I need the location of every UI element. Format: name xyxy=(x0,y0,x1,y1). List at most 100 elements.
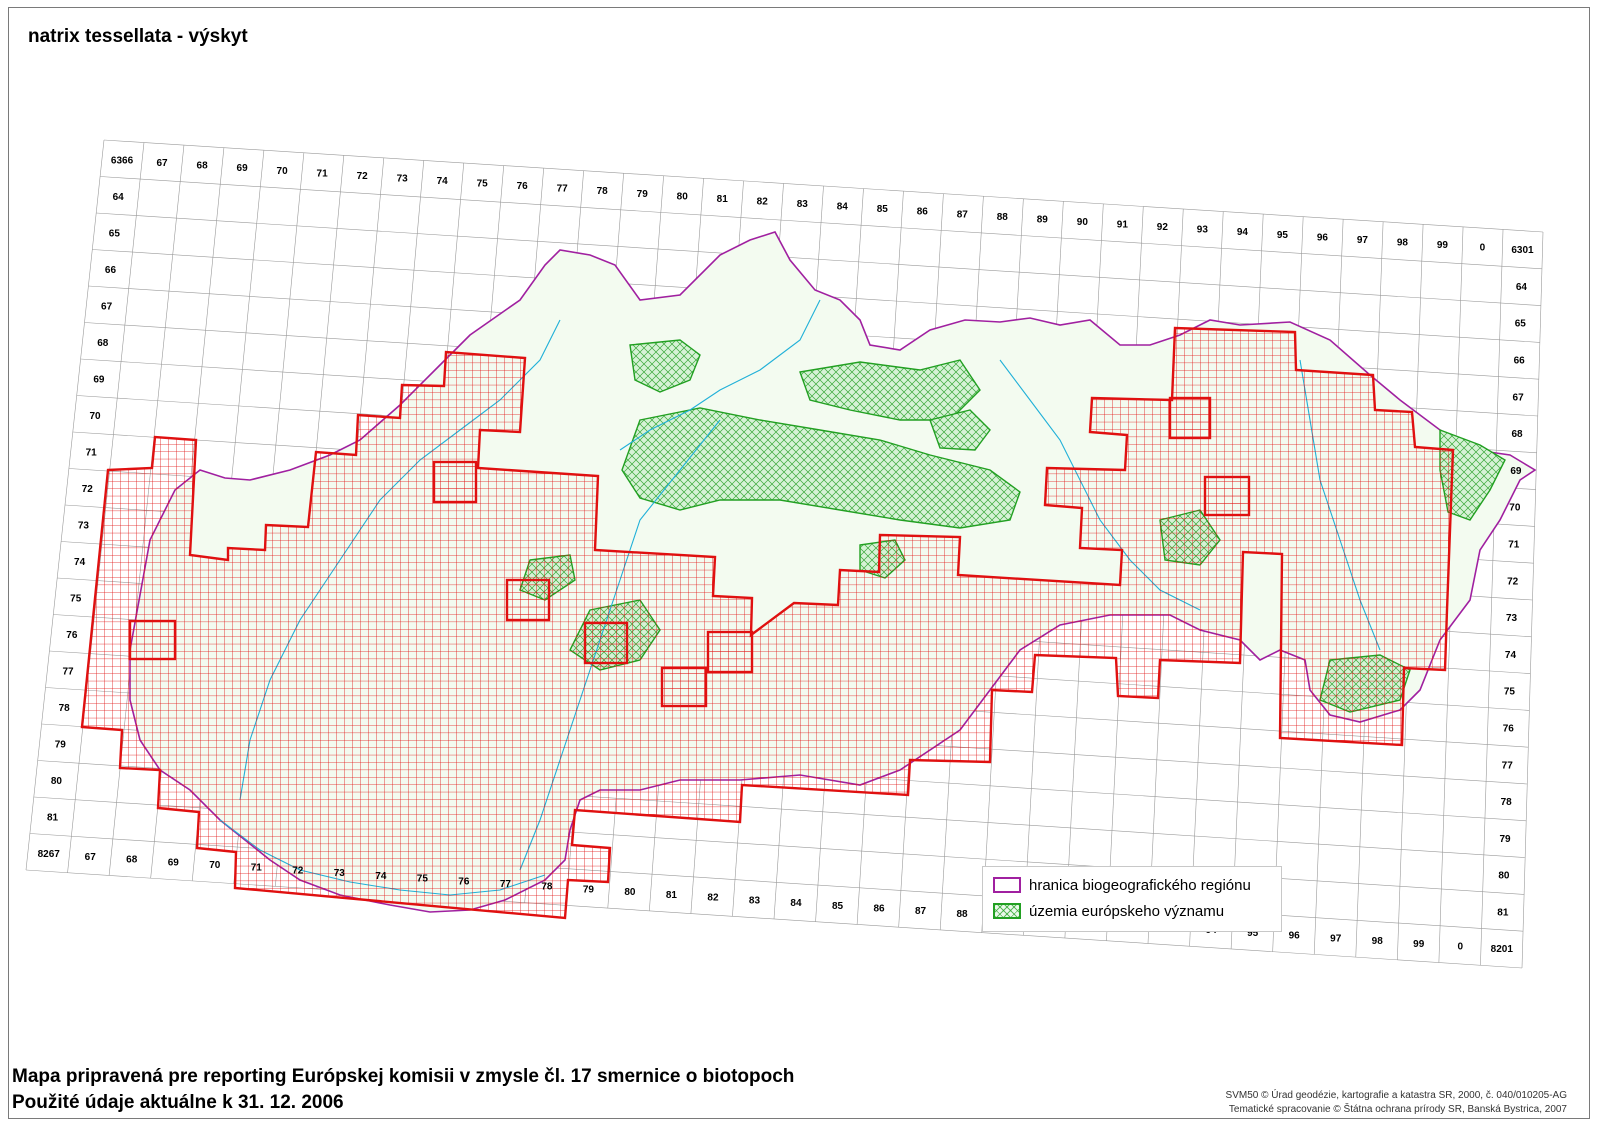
grid-label: 70 xyxy=(277,166,289,177)
grid-label: 70 xyxy=(89,411,101,422)
grid-label: 65 xyxy=(109,229,121,240)
grid-label: 98 xyxy=(1397,237,1409,248)
grid-label: 81 xyxy=(666,890,678,901)
grid-label: 64 xyxy=(113,192,125,203)
grid-labels-top: 6366 67 68 69 70 71 72 73 74 75 76 77 78 79 80 81 82 83 84… xyxy=(111,156,1534,257)
grid-label: 84 xyxy=(790,898,802,909)
grid-label: 81 xyxy=(717,194,729,205)
grid-label: 71 xyxy=(317,168,329,179)
grid-label: 99 xyxy=(1413,939,1425,950)
grid-label: 81 xyxy=(1497,907,1509,918)
grid-label: 76 xyxy=(458,876,470,887)
footer-line-1: Mapa pripravená pre reporting Európskej … xyxy=(12,1066,795,1087)
grid-label: 70 xyxy=(209,860,221,871)
grid-labels-bottom: 8267 67 68 69 70 71 72 73 74 75 76 77 78 79 80 81 82 83 84… xyxy=(38,849,1514,955)
grid-label: 72 xyxy=(292,865,304,876)
occurrence-cell xyxy=(432,460,478,504)
grid-label: 90 xyxy=(1077,217,1089,228)
grid-label: 67 xyxy=(157,158,169,169)
grid-label: 76 xyxy=(1503,723,1515,734)
grid-label: 71 xyxy=(251,863,263,874)
grid-label: 0 xyxy=(1480,243,1486,254)
grid-label: 78 xyxy=(541,882,553,893)
grid-label: 8201 xyxy=(1491,944,1514,955)
grid-label: 77 xyxy=(62,667,74,678)
grid-line xyxy=(103,139,1544,233)
grid-label: 80 xyxy=(677,191,689,202)
grid-label: 83 xyxy=(749,895,761,906)
grid-label: 68 xyxy=(1511,429,1523,440)
grid-label: 74 xyxy=(375,871,387,882)
grid-label: 78 xyxy=(597,186,609,197)
grid-label: 74 xyxy=(1505,650,1517,661)
grid-label: 67 xyxy=(101,302,113,313)
grid-label: 71 xyxy=(86,448,98,459)
grid-label: 72 xyxy=(357,171,369,182)
grid-label: 68 xyxy=(126,855,138,866)
occurrence-cell xyxy=(583,621,629,665)
occurrence-cell xyxy=(706,630,754,674)
grid-label: 73 xyxy=(334,868,346,879)
grid-label: 76 xyxy=(517,181,529,192)
grid-label: 79 xyxy=(55,740,67,751)
grid-label: 67 xyxy=(85,852,97,863)
legend-item-region-border: hranica biogeografického regiónu xyxy=(993,875,1251,895)
sites-swatch xyxy=(993,903,1021,919)
grid-label: 75 xyxy=(1504,687,1516,698)
grid-label: 86 xyxy=(873,903,885,914)
grid-label: 73 xyxy=(78,521,90,532)
grid-label: 69 xyxy=(93,375,105,386)
grid-label: 77 xyxy=(557,184,569,195)
grid-label: 66 xyxy=(1514,356,1526,367)
grid-label: 93 xyxy=(1197,225,1209,236)
grid-label: 78 xyxy=(59,703,71,714)
grid-label: 88 xyxy=(956,909,968,920)
grid-label: 71 xyxy=(1508,539,1520,550)
grid-label: 74 xyxy=(437,176,449,187)
grid-label: 76 xyxy=(66,630,78,641)
grid-label: 86 xyxy=(917,207,929,218)
grid-label: 84 xyxy=(837,202,849,213)
grid-label: 73 xyxy=(1506,613,1518,624)
grid-label: 80 xyxy=(51,776,63,787)
grid-label: 68 xyxy=(197,161,209,172)
grid-label: 72 xyxy=(82,484,94,495)
grid-label: 79 xyxy=(1499,834,1511,845)
grid-label: 6366 xyxy=(111,156,134,167)
grid-label: 97 xyxy=(1330,933,1342,944)
grid-label: 67 xyxy=(1513,392,1525,403)
grid-label: 82 xyxy=(707,893,719,904)
grid-label: 77 xyxy=(500,879,512,890)
grid-label: 77 xyxy=(1502,760,1514,771)
grid-label: 69 xyxy=(237,163,249,174)
grid-label: 97 xyxy=(1357,235,1369,246)
occurrence-cell xyxy=(1203,475,1251,517)
grid-label: 82 xyxy=(757,196,769,207)
grid-line xyxy=(100,176,1542,270)
grid-label: 69 xyxy=(168,857,180,868)
grid-label: 91 xyxy=(1117,220,1129,231)
grid-label: 99 xyxy=(1437,240,1449,251)
occurrence-cell xyxy=(660,666,708,708)
credits-line-1: SVM50 © Úrad geodézie, kartografie a kat… xyxy=(1225,1090,1567,1101)
grid-label: 70 xyxy=(1509,503,1521,514)
grid-label: 83 xyxy=(797,199,809,210)
grid-label: 79 xyxy=(637,189,649,200)
occurrence-cell xyxy=(505,578,551,622)
legend-item-sites: územia európskeho významu xyxy=(993,901,1224,921)
grid-label: 64 xyxy=(1516,282,1528,293)
grid-label: 89 xyxy=(1037,214,1049,225)
grid-label: 0 xyxy=(1457,942,1463,953)
map-canvas: 6366 67 68 69 70 71 72 73 74 75 76 77 78 79 80 81 82 83 84… xyxy=(25,139,1544,969)
grid-label: 81 xyxy=(47,813,59,824)
grid-label: 95 xyxy=(1277,230,1289,241)
grid-label: 6301 xyxy=(1511,245,1534,256)
grid-label: 96 xyxy=(1289,931,1301,942)
grid-label: 8267 xyxy=(38,849,61,860)
grid-label: 78 xyxy=(1501,797,1513,808)
occurrence-cell xyxy=(1168,396,1212,440)
grid-label: 80 xyxy=(624,887,636,898)
grid-label: 85 xyxy=(832,901,844,912)
credits-line-2: Tematické spracovanie © Štátna ochrana p… xyxy=(1228,1104,1567,1115)
legend-label: územia európskeho významu xyxy=(1029,902,1225,920)
